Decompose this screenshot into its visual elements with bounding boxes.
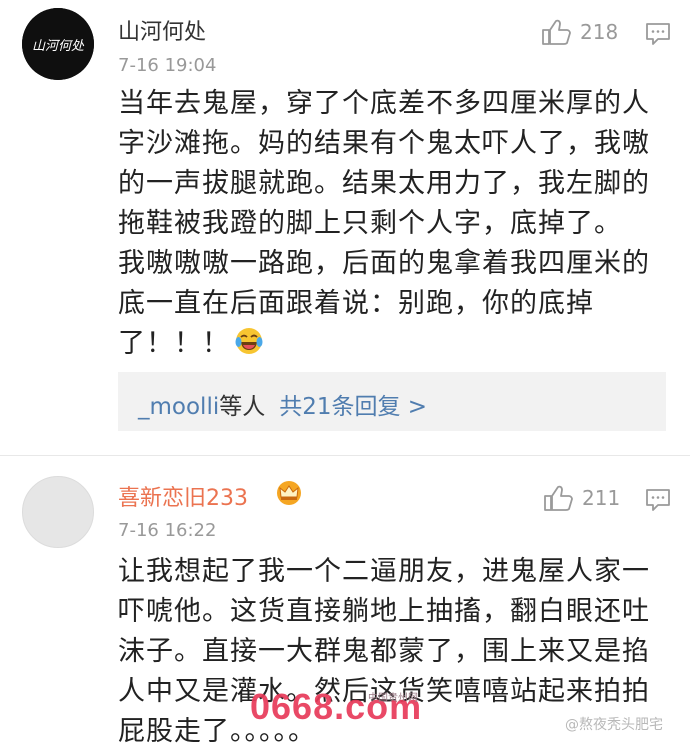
comment-item: 山河何处 山河何处 7-16 19:04 218 当年去鬼屋，穿了个底差不多四厘…: [0, 0, 690, 455]
comment-icon[interactable]: [645, 22, 671, 46]
comment-body: 当年去鬼屋，穿了个底差不多四厘米厚的人字沙滩拖。妈的结果有个鬼太吓人了，我嗷的一…: [118, 88, 650, 359]
avatar-image: 山河何处: [22, 8, 94, 80]
timestamp: 7-16 19:04: [118, 55, 217, 76]
comment-text: 当年去鬼屋，穿了个底差不多四厘米厚的人字沙滩拖。妈的结果有个鬼太吓人了，我嗷的一…: [118, 84, 658, 364]
timestamp: 7-16 16:22: [118, 520, 217, 541]
avatar[interactable]: 山河何处: [22, 8, 94, 80]
reply-count-link[interactable]: 共21条回复 >: [279, 394, 427, 420]
like-icon[interactable]: [543, 484, 573, 512]
weibo-watermark: @熬夜秃头肥宅: [565, 717, 663, 733]
like-count: 211: [582, 486, 621, 510]
site-watermark-sub: 中国贵州网: [368, 693, 418, 704]
like-icon[interactable]: [541, 18, 571, 46]
username[interactable]: 喜新恋旧233: [118, 480, 248, 512]
avatar[interactable]: [22, 476, 94, 548]
svg-text:山河何处: 山河何处: [32, 39, 85, 54]
reply-users[interactable]: _moolli: [138, 394, 219, 420]
username[interactable]: 山河何处: [118, 14, 206, 46]
like-count: 218: [580, 20, 619, 44]
replies-summary[interactable]: _moolli等人 共21条回复 >: [118, 372, 666, 431]
crown-icon: [277, 481, 301, 505]
comment-icon[interactable]: [645, 488, 671, 512]
laughing-crying-emoji-icon: [235, 328, 263, 354]
reply-etc: 等人: [219, 394, 266, 420]
